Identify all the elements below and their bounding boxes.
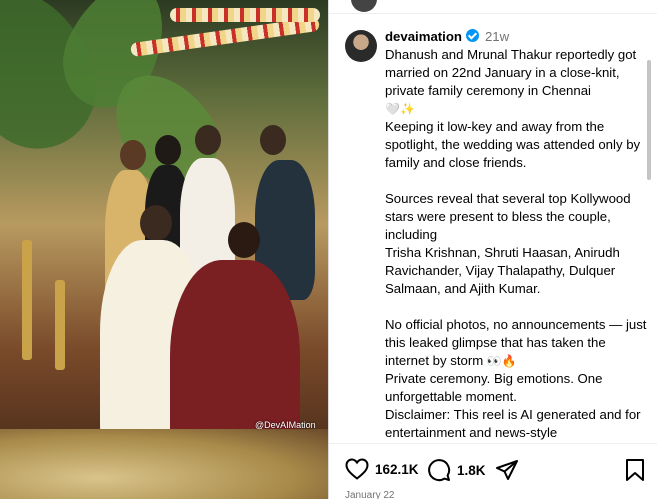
post-date[interactable]: January 22 bbox=[345, 490, 394, 499]
caption-scroll-area[interactable]: devaimation 21w Dhanush and Mrunal Thakur… bbox=[329, 0, 657, 440]
caption-content: devaimation 21w Dhanush and Mrunal Thakur… bbox=[385, 28, 647, 440]
flower-garland bbox=[170, 8, 320, 22]
heart-icon[interactable] bbox=[345, 458, 369, 480]
caption-emoji: 👀🔥 bbox=[486, 354, 517, 368]
verified-icon bbox=[465, 29, 479, 42]
like-count[interactable]: 162.1K bbox=[375, 462, 419, 477]
caption-text: Trisha Krishnan, Shruti Haasan, Anirudh … bbox=[385, 245, 624, 296]
caption-emoji: 🤍✨ bbox=[385, 102, 415, 116]
comment-icon[interactable] bbox=[427, 458, 451, 482]
post-media-image[interactable]: @DevAIMation bbox=[0, 0, 328, 499]
guest-figure bbox=[260, 125, 286, 155]
caption-first-line: devaimation 21w bbox=[385, 28, 647, 46]
floor-decoration bbox=[0, 429, 328, 499]
post-time[interactable]: 21w bbox=[485, 29, 509, 44]
like-action[interactable]: 162.1K bbox=[345, 458, 419, 480]
comment-action[interactable]: 1.8K bbox=[427, 458, 486, 482]
caption-text: Dhanush and Mrunal Thakur reportedly got… bbox=[385, 47, 640, 98]
caption-text-with-emoji: No official photos, no announcements — j… bbox=[385, 316, 647, 370]
caption-text: Keeping it low-key and away from the spo… bbox=[385, 119, 644, 170]
post-side-panel: devaimation 21w Dhanush and Mrunal Thakur… bbox=[329, 0, 657, 499]
caption-text: Sources reveal that several top Kollywoo… bbox=[385, 191, 635, 242]
bride-figure bbox=[228, 222, 260, 258]
share-action[interactable] bbox=[495, 458, 519, 482]
caption-text: Disclaimer: This reel is AI generated an… bbox=[385, 407, 645, 440]
guest-figure bbox=[120, 140, 146, 170]
groom-figure bbox=[140, 205, 172, 241]
caption-scrollbar[interactable] bbox=[647, 60, 651, 180]
username-link[interactable]: devaimation bbox=[385, 29, 462, 44]
bookmark-icon[interactable] bbox=[625, 458, 645, 482]
post-actions-bar: 162.1K 1.8K January 22 bbox=[329, 443, 657, 499]
oil-lamp bbox=[55, 280, 65, 370]
guest-figure bbox=[155, 135, 181, 165]
oil-lamp bbox=[22, 240, 32, 360]
caption-text: Private ceremony. Big emotions. One unfo… bbox=[385, 371, 607, 404]
caption-text: No official photos, no announcements — j… bbox=[385, 317, 651, 368]
share-icon[interactable] bbox=[495, 458, 519, 482]
avatar[interactable] bbox=[345, 30, 377, 62]
media-watermark: @DevAIMation bbox=[255, 420, 316, 430]
save-action[interactable] bbox=[625, 458, 645, 482]
comment-count[interactable]: 1.8K bbox=[457, 463, 486, 478]
guest-figure bbox=[195, 125, 221, 155]
